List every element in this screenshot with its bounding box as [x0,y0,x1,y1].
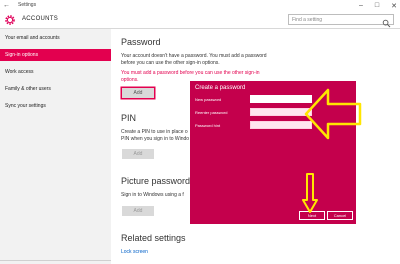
pin-description-line1: Create a PIN to use in place o [121,129,188,135]
window-titlebar: ← Settings – □ ✕ [0,0,400,11]
reenter-password-field[interactable] [250,108,312,116]
password-warning-line1: You must add a password before you can u… [121,70,260,76]
sidebar: Your email and accounts Sign-in options … [0,29,111,264]
picture-password-heading: Picture password [121,176,191,186]
search-input[interactable]: Find a setting [288,14,394,28]
back-arrow-icon[interactable]: ← [3,1,10,10]
add-pin-button[interactable]: Add [122,149,154,159]
sidebar-item-sign-in-options[interactable]: Sign-in options [0,49,111,61]
minimize-icon[interactable]: – [359,2,363,9]
sidebar-item-work-access[interactable]: Work access [0,66,111,78]
new-password-label: New password [195,97,222,102]
related-settings-heading: Related settings [121,233,186,243]
password-heading: Password [121,37,161,47]
search-placeholder: Find a setting [292,16,323,23]
window-title: Settings [18,2,37,8]
new-password-field[interactable] [250,95,312,103]
picture-password-description: Sign in to Windows using a f [121,192,184,198]
window-controls: – □ ✕ [359,0,397,11]
gear-icon [4,14,16,26]
password-hint-field[interactable] [250,121,312,129]
add-password-button[interactable]: Add [122,88,154,98]
password-warning-line2: options. [121,77,139,83]
sidebar-divider [0,260,111,261]
dialog-title: Create a password [195,85,246,91]
add-picture-password-button[interactable]: Add [122,206,154,216]
maximize-icon[interactable]: □ [375,2,379,9]
close-icon[interactable]: ✕ [391,2,397,10]
pin-heading: PIN [121,113,137,123]
password-description-line1: Your account doesn't have a password. Yo… [121,53,267,59]
password-description-line2: before you can use the other sign-in opt… [121,60,220,66]
password-hint-label: Password hint [195,123,221,128]
pin-description-line2: PIN when you sign in to Windo [121,136,190,142]
search-icon[interactable] [382,15,391,28]
sidebar-item-family-users[interactable]: Family & other users [0,83,111,95]
lock-screen-link[interactable]: Lock screen [121,249,148,255]
page-header: ACCOUNTS Find a setting [0,11,400,29]
sidebar-item-email-accounts[interactable]: Your email and accounts [0,32,111,44]
sidebar-item-sync-settings[interactable]: Sync your settings [0,100,111,112]
reenter-password-label: Reenter password [195,110,228,115]
cancel-button[interactable]: Cancel [327,211,353,220]
arrow-down-icon [302,173,318,213]
arrow-left-icon [304,88,362,140]
page-title: ACCOUNTS [22,16,59,22]
